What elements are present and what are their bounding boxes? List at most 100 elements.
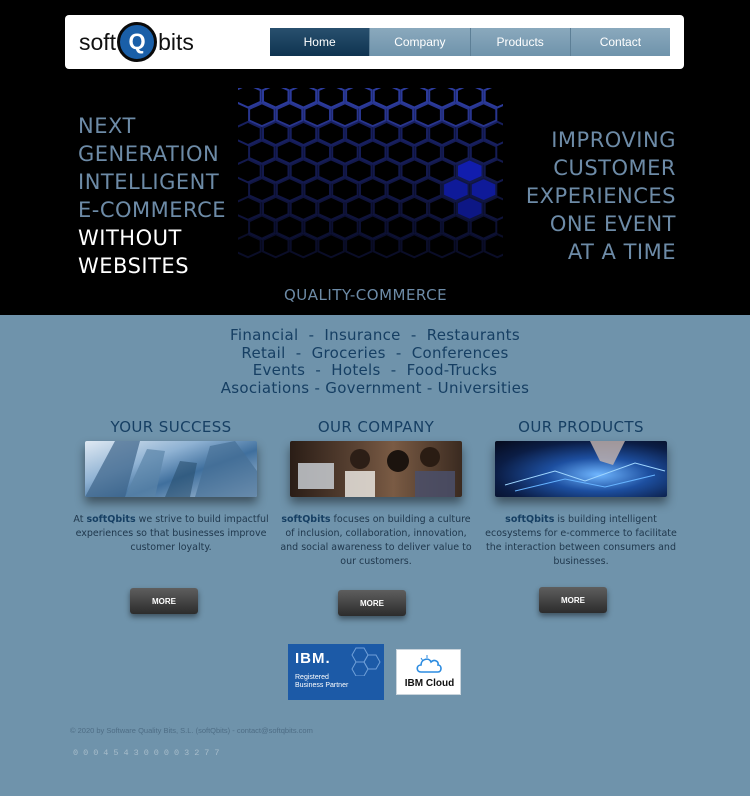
industries-line: Asociations - Government - Universities (220, 378, 530, 397)
hexagon-cell (289, 233, 318, 259)
ibm-logo: IBM. (295, 650, 331, 667)
hexagon-cell (317, 120, 345, 147)
more-button-success[interactable]: MORE (130, 588, 198, 614)
hexagon-cell (456, 120, 484, 147)
logo-text-left: soft (79, 28, 117, 55)
hexagon-cell (400, 233, 428, 259)
nav-item-home[interactable]: Home (270, 28, 371, 56)
hexagon-cell (345, 120, 373, 147)
hexagon-cell (469, 214, 498, 240)
ibm-cloud-badge[interactable]: IBM Cloud (396, 649, 461, 695)
hexagon-cell (400, 158, 428, 184)
site-logo[interactable]: soft Q bits (79, 21, 194, 63)
column-our-products: OUR PRODUCTS softQbits is building intel… (481, 418, 681, 569)
column-title: OUR COMPANY (317, 418, 435, 436)
nav-item-contact[interactable]: Contact (570, 28, 670, 56)
hexagon-cell (303, 102, 331, 128)
hexagon-cell (345, 195, 373, 221)
hexagon-cell (303, 214, 331, 240)
touchscreen-tech-image (495, 441, 667, 497)
hexagon-cell (400, 120, 428, 147)
hexagon-cell (456, 233, 484, 259)
hexagon-cell (275, 214, 304, 240)
hero-right-headline: IMPROVING CUSTOMER EXPERIENCES ONE EVENT… (526, 126, 676, 266)
hexagon-cell (372, 233, 401, 259)
column-your-success: YOUR SUCCESS At softQbits we strive to b… (71, 418, 271, 555)
nav-item-company[interactable]: Company (370, 28, 471, 56)
hexagon-cell (359, 177, 387, 203)
hexagon-cell (386, 102, 415, 128)
column-title: YOUR SUCCESS (110, 418, 232, 436)
nav-item-products[interactable]: Products (470, 28, 571, 56)
hexagon-cell (469, 177, 498, 203)
hero-right-line: IMPROVING (551, 128, 676, 152)
hexagon-cell (442, 214, 470, 240)
hexagon-cell (442, 177, 470, 203)
hexagon-cell (248, 139, 276, 165)
hero-left-line: E-COMMERCE (78, 198, 227, 222)
hexagon-cell (400, 195, 428, 221)
hero-right-line: ONE EVENT (549, 212, 676, 236)
hexagon-cell (469, 102, 498, 128)
more-button-products[interactable]: MORE (539, 587, 607, 613)
hexagon-cell (372, 195, 401, 221)
site-header: soft Q bits Home Company Products Contac… (65, 15, 684, 69)
hexagon-cell (386, 177, 415, 203)
hexagon-cell (248, 214, 276, 240)
hexagon-cell (303, 177, 331, 203)
hexagon-cell (331, 102, 359, 128)
industries-line: Retail - Groceries - Conferences (241, 343, 509, 362)
hexagon-cell (428, 120, 456, 147)
hexagon-cell (303, 139, 331, 165)
column-description: softQbits focuses on building a culture … (276, 513, 476, 569)
hexagon-cell (317, 233, 345, 259)
footer-copyright: © 2020 by Software Quality Bits, S.L. (s… (70, 726, 313, 735)
team-laptop-image (290, 441, 462, 497)
hexagon-cell (317, 158, 345, 184)
column-title: OUR PRODUCTS (518, 418, 644, 436)
hexagon-cell (275, 177, 304, 203)
hexagon-cell (238, 158, 262, 184)
hero-left-highlight: WITHOUT (78, 226, 182, 250)
hexagon-pattern-icon (351, 647, 381, 676)
hexagon-cell (456, 195, 484, 221)
industries-list: Financial - Insurance - Restaurants Reta… (0, 326, 750, 397)
hexagon-cell (372, 120, 401, 147)
logo-text-right: bits (158, 28, 194, 55)
hexagon-cell (248, 177, 276, 203)
main-nav: Home Company Products Contact (270, 28, 670, 56)
hexagon-cell (359, 102, 387, 128)
column-description: softQbits is building intelligent ecosys… (481, 513, 681, 569)
column-our-company: OUR COMPANY softQbits focuses on buildin… (276, 418, 476, 569)
ibm-registered-text: Registered Business Partner (295, 674, 348, 690)
hexagon-cell (331, 177, 359, 203)
hexagon-cell (275, 139, 304, 165)
brand-name: softQbits (505, 514, 555, 525)
hexagon-cell (262, 158, 290, 184)
hexagon-cell (442, 139, 470, 165)
hero-left-headline: NEXT GENERATION INTELLIGENT E-COMMERCE W… (78, 112, 226, 280)
hero-right-line: AT A TIME (567, 240, 676, 264)
column-text-pre: At (73, 514, 87, 525)
ibm-business-partner-badge[interactable]: IBM. Registered Business Partner (288, 644, 384, 700)
hexagon-cell (238, 233, 262, 259)
hero-banner: soft Q bits Home Company Products Contac… (0, 0, 750, 315)
hexagon-cell (331, 139, 359, 165)
hexagon-cell (289, 195, 318, 221)
hexagon-cell (428, 195, 456, 221)
hero-tagline: QUALITY-COMMERCE (284, 286, 448, 304)
ibm-cloud-label: IBM Cloud (404, 678, 455, 689)
hero-left-line: GENERATION (78, 142, 220, 166)
hexagon-cell (414, 139, 442, 165)
hero-left-highlight: WEBSITES (78, 254, 190, 278)
skyscrapers-image (85, 441, 257, 497)
hexagon-cell (289, 120, 318, 147)
more-button-company[interactable]: MORE (338, 590, 406, 616)
hexagon-cell (289, 158, 318, 184)
hexagon-cell (456, 158, 484, 184)
hexagon-cell (238, 120, 262, 147)
column-description: At softQbits we strive to build impactfu… (71, 513, 271, 555)
hexagon-cell (483, 233, 503, 259)
logo-q-icon: Q (117, 22, 158, 62)
hexagon-cell (428, 233, 456, 259)
